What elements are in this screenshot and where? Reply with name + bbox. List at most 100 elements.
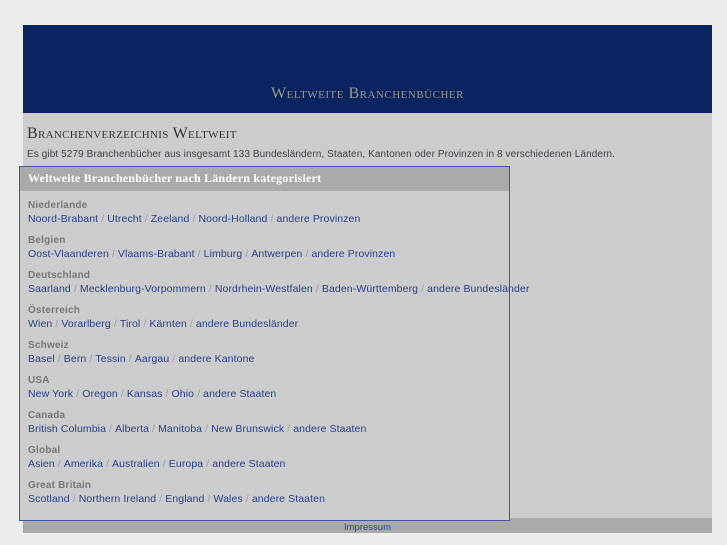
region-separator: / (206, 458, 210, 470)
region-link[interactable]: Antwerpen (251, 248, 302, 260)
page-subtitle: Es gibt 5279 Branchenbücher aus insgesam… (27, 149, 616, 160)
region-link[interactable]: Nordrhein-Westfalen (215, 283, 313, 295)
content-area: Branchenverzeichnis Weltweit Es gibt 527… (19, 113, 712, 521)
region-link[interactable]: andere Bundesländer (427, 283, 529, 295)
region-link[interactable]: Ohio (172, 388, 195, 400)
region-link[interactable]: Scotland (28, 493, 70, 505)
region-link[interactable]: Basel (28, 353, 55, 365)
region-separator: / (101, 213, 105, 225)
region-link[interactable]: Alberta (115, 423, 149, 435)
country-name: Österreich (28, 305, 81, 316)
region-link[interactable]: Amerika (64, 458, 103, 470)
region-link[interactable]: Noord-Brabant (28, 213, 98, 225)
region-separator: / (57, 353, 61, 365)
country-block: Deutschland Saarland / Mecklenburg-Vorpomme… (28, 267, 529, 298)
panel-header: Weltweite Branchenbücher nach Ländern ka… (20, 167, 509, 191)
country-block: Österreich Wien / Vorarlberg / Tirol / Kärnten /… (28, 302, 509, 333)
region-separator: / (208, 283, 212, 295)
region-separator: / (57, 458, 61, 470)
region-separator: / (315, 283, 319, 295)
region-link[interactable]: andere Bundesländer (196, 318, 298, 330)
country-panel: Weltweite Branchenbücher nach Ländern ka… (19, 166, 529, 521)
region-link[interactable]: Mecklenburg-Vorpommern (80, 283, 206, 295)
region-row: Basel / Bern / Tessin / Aargau / andere Kantone (28, 353, 509, 368)
region-link[interactable]: Manitoba (158, 423, 202, 435)
region-row: Wien / Vorarlberg / Tirol / Kärnten / andere Bun… (28, 318, 509, 333)
region-separator: / (73, 283, 77, 295)
region-separator: / (172, 353, 176, 365)
country-name: Canada (28, 410, 66, 421)
region-separator: / (113, 318, 117, 330)
region-separator: / (76, 388, 80, 400)
region-link[interactable]: Asien (28, 458, 55, 470)
site-banner: Weltweite Branchenbücher (23, 25, 712, 113)
region-link[interactable]: New Brunswick (211, 423, 284, 435)
region-link[interactable]: Europa (169, 458, 203, 470)
region-link[interactable]: Oost-Vlaanderen (28, 248, 109, 260)
region-link[interactable]: andere Staaten (203, 388, 276, 400)
country-name: Deutschland (28, 270, 91, 281)
country-name: Belgien (28, 235, 66, 246)
region-separator: / (106, 458, 110, 470)
region-link[interactable]: Kärnten (149, 318, 186, 330)
region-row: Asien / Amerika / Australien / Europa / andere S… (28, 458, 509, 473)
region-row: British Columbia / Alberta / Manitoba / New Br… (28, 423, 509, 438)
region-separator: / (245, 493, 249, 505)
country-block: USA New York / Oregon / Kansas / Ohio / andere St… (28, 372, 509, 403)
country-block: Schweiz Basel / Bern / Tessin / Aargau / andere K… (28, 337, 509, 368)
region-link[interactable]: Bern (64, 353, 87, 365)
region-separator: / (287, 423, 291, 435)
country-block: Belgien Oost-Vlaanderen / Vlaams-Brabant / Li… (28, 232, 509, 263)
region-link[interactable]: andere Kantone (178, 353, 254, 365)
region-link[interactable]: Vlaams-Brabant (118, 248, 195, 260)
region-link[interactable]: England (165, 493, 204, 505)
region-link[interactable]: British Columbia (28, 423, 106, 435)
country-block: Canada British Columbia / Alberta / Manitoba /… (28, 407, 509, 438)
region-separator: / (205, 423, 209, 435)
region-link[interactable]: Limburg (204, 248, 243, 260)
region-separator: / (128, 353, 132, 365)
region-separator: / (162, 458, 166, 470)
region-separator: / (152, 423, 156, 435)
region-separator: / (197, 248, 201, 260)
region-link[interactable]: Utrecht (107, 213, 142, 225)
region-link[interactable]: Tessin (95, 353, 125, 365)
region-link[interactable]: Oregon (82, 388, 118, 400)
region-link[interactable]: andere Provinzen (311, 248, 395, 260)
region-link[interactable]: Saarland (28, 283, 71, 295)
region-link[interactable]: andere Staaten (293, 423, 366, 435)
region-separator: / (120, 388, 124, 400)
region-separator: / (72, 493, 76, 505)
country-name: Global (28, 445, 61, 456)
region-link[interactable]: New York (28, 388, 73, 400)
region-link[interactable]: andere Staaten (252, 493, 325, 505)
region-link[interactable]: andere Provinzen (277, 213, 361, 225)
region-row: New York / Oregon / Kansas / Ohio / andere Staat… (28, 388, 509, 403)
region-separator: / (111, 248, 115, 260)
region-link[interactable]: Northern Ireland (79, 493, 156, 505)
region-link[interactable]: Wien (28, 318, 52, 330)
country-name: Schweiz (28, 340, 69, 351)
region-link[interactable]: Australien (112, 458, 160, 470)
region-separator: / (189, 318, 193, 330)
region-separator: / (55, 318, 59, 330)
region-separator: / (165, 388, 169, 400)
site-title: Weltweite Branchenbücher (271, 85, 464, 102)
region-link[interactable]: Kansas (127, 388, 163, 400)
region-separator: / (270, 213, 274, 225)
region-link[interactable]: andere Staaten (212, 458, 285, 470)
region-link[interactable]: Wales (213, 493, 242, 505)
region-row: Saarland / Mecklenburg-Vorpommern / Nordrhei… (28, 283, 529, 298)
region-row: Scotland / Northern Ireland / England / Wales /… (28, 493, 509, 508)
region-link[interactable]: Vorarlberg (61, 318, 110, 330)
country-name: Great Britain (28, 480, 92, 491)
region-link[interactable]: Noord-Holland (198, 213, 267, 225)
region-link[interactable]: Zeeland (151, 213, 190, 225)
region-link[interactable]: Tirol (120, 318, 141, 330)
country-name: USA (28, 375, 50, 386)
impressum-link[interactable]: Impressum (344, 522, 391, 533)
region-link[interactable]: Aargau (135, 353, 169, 365)
region-link[interactable]: Baden-Württemberg (322, 283, 418, 295)
country-list: Niederlande Noord-Brabant / Utrecht / Zeeland… (20, 191, 529, 520)
region-separator: / (109, 423, 113, 435)
